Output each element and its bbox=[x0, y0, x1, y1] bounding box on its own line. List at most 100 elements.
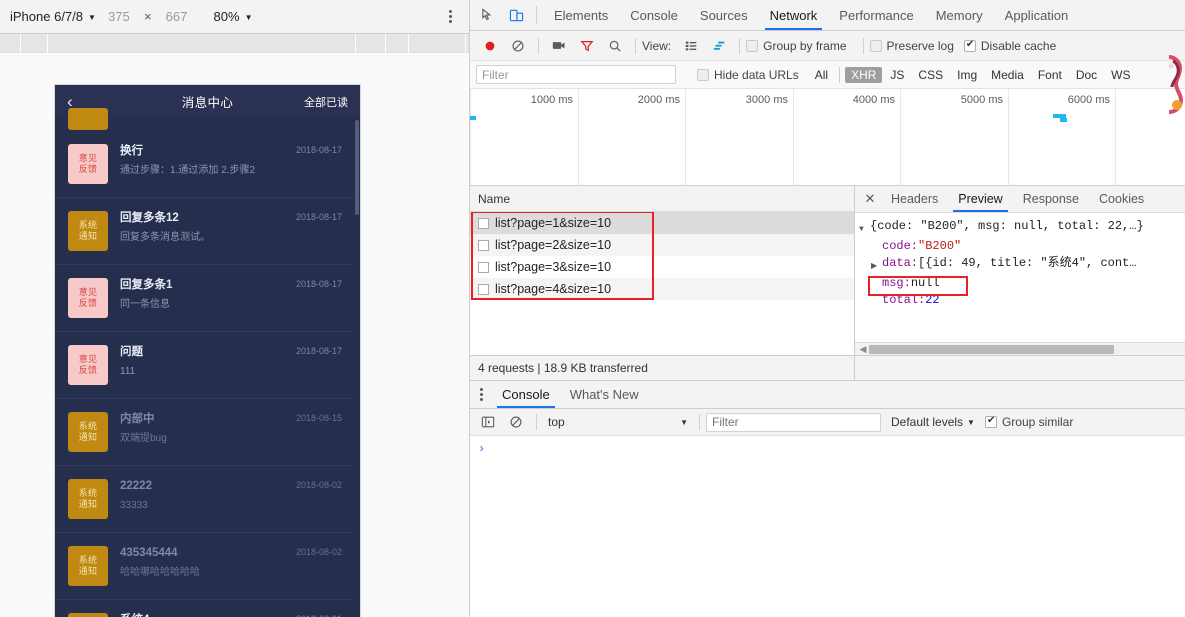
clear-button[interactable] bbox=[504, 33, 532, 59]
capture-screenshots-icon[interactable] bbox=[545, 33, 573, 59]
console-levels-select[interactable]: Default levels ▼ bbox=[891, 415, 975, 429]
list-item[interactable]: 系统 通知 435345444 哈哈哪哈哈哈哈哈 2018-08-02 bbox=[55, 533, 354, 600]
list-item[interactable]: 意见 反馈 问题 111 2018-08-17 bbox=[55, 332, 354, 399]
message-title: 换行 bbox=[120, 145, 143, 157]
inspect-element-icon[interactable] bbox=[474, 0, 502, 30]
request-name: list?page=1&size=10 bbox=[495, 216, 612, 230]
search-icon[interactable] bbox=[601, 33, 629, 59]
device-width-input[interactable]: 375 bbox=[96, 9, 142, 24]
message-type-badge: 意见 反馈 bbox=[68, 144, 108, 184]
scroll-left-arrow-icon[interactable]: ◀ bbox=[857, 344, 869, 355]
timeline-tick-label: 5000 ms bbox=[960, 94, 1003, 106]
close-icon[interactable]: ✕ bbox=[859, 186, 881, 212]
list-item[interactable]: 系统 通知 22222 33333 2018-08-02 bbox=[55, 466, 354, 533]
phone-scrollbar-thumb[interactable] bbox=[355, 120, 359, 215]
filter-type-doc[interactable]: Doc bbox=[1070, 67, 1103, 83]
request-checkbox[interactable] bbox=[478, 261, 489, 273]
badge-line: 系统 bbox=[78, 421, 98, 431]
checkbox-box bbox=[869, 39, 882, 52]
scrollbar-thumb[interactable] bbox=[869, 344, 1114, 354]
json-line[interactable]: msg: null bbox=[859, 275, 1185, 292]
console-sidebar-icon[interactable] bbox=[474, 409, 502, 435]
filter-type-all[interactable]: All bbox=[809, 67, 834, 83]
json-line[interactable]: total: 22 bbox=[859, 292, 1185, 309]
message-body: 换行 通过步骤：1.通过添加 2.步骤2 bbox=[120, 144, 290, 177]
request-name: list?page=4&size=10 bbox=[495, 282, 612, 296]
request-checkbox[interactable] bbox=[478, 283, 489, 295]
record-button[interactable] bbox=[476, 33, 504, 59]
console-output[interactable]: › bbox=[470, 436, 1185, 617]
filter-type-img[interactable]: Img bbox=[951, 67, 983, 83]
json-key: code: bbox=[882, 239, 919, 253]
console-context-select[interactable]: top ▼ bbox=[543, 413, 693, 432]
hide-data-urls-checkbox[interactable]: Hide data URLs bbox=[697, 68, 799, 82]
clear-console-button[interactable] bbox=[502, 409, 530, 435]
table-row[interactable]: list?page=4&size=10 bbox=[470, 278, 854, 300]
chevron-down-icon: ▼ bbox=[88, 12, 96, 22]
requests-column-header[interactable]: Name bbox=[470, 186, 854, 212]
list-item[interactable]: 意见 反馈 换行 通过步骤：1.通过添加 2.步骤2 2018-08-17 bbox=[55, 131, 354, 198]
detail-horizontal-scrollbar[interactable]: ◀ bbox=[855, 342, 1185, 355]
list-item[interactable]: 系统通知 系统4系统4 2018-08-21 bbox=[55, 600, 354, 617]
triangle-right-icon[interactable]: ▶ bbox=[871, 255, 882, 275]
network-filter-input[interactable] bbox=[476, 65, 676, 84]
message-type-badge: 意见 反馈 bbox=[68, 345, 108, 385]
mark-all-read-button[interactable]: 全部已读 bbox=[304, 94, 348, 110]
requests-list[interactable]: list?page=1&size=10 list?page=2&size=10 li… bbox=[470, 212, 854, 355]
group-similar-checkbox[interactable]: Group similar bbox=[984, 415, 1073, 429]
filter-type-font[interactable]: Font bbox=[1032, 67, 1068, 83]
filter-icon[interactable] bbox=[573, 33, 601, 59]
detail-tab-headers[interactable]: Headers bbox=[881, 186, 948, 212]
message-body: 回复多条12 回复多条消息测试。 bbox=[120, 211, 290, 244]
zoom-select[interactable]: 80% ▼ bbox=[214, 9, 253, 24]
toggle-device-toolbar-icon[interactable] bbox=[502, 0, 530, 30]
request-checkbox[interactable] bbox=[478, 217, 489, 229]
network-overview-timeline[interactable]: 1000 ms 2000 ms 3000 ms 4000 ms 5000 ms 6000 … bbox=[470, 89, 1185, 186]
device-more-options-button[interactable] bbox=[441, 6, 459, 28]
detail-tab-preview[interactable]: Preview bbox=[948, 186, 1012, 212]
table-row[interactable]: list?page=3&size=10 bbox=[470, 256, 854, 278]
tab-performance[interactable]: Performance bbox=[828, 0, 924, 30]
table-row[interactable]: list?page=2&size=10 bbox=[470, 234, 854, 256]
badge-line: 通知 bbox=[78, 231, 98, 241]
list-item[interactable]: 系统 通知 内部中 双端提bug 2018-08-15 bbox=[55, 399, 354, 466]
list-item[interactable]: 意见 反馈 回复多条1 同一条信息 2018-08-17 bbox=[55, 265, 354, 332]
preview-json-viewer[interactable]: ▼ {code: "B200", msg: null, total: 22,…} c… bbox=[855, 213, 1185, 342]
filter-type-css[interactable]: CSS bbox=[912, 67, 949, 83]
filter-type-xhr[interactable]: XHR bbox=[845, 66, 883, 83]
tab-console[interactable]: Console bbox=[619, 0, 689, 30]
group-by-frame-checkbox[interactable]: Group by frame bbox=[746, 39, 847, 53]
viewport-ruler[interactable] bbox=[0, 34, 469, 53]
view-list-icon[interactable] bbox=[677, 33, 705, 59]
drawer-more-options-button[interactable] bbox=[470, 381, 492, 408]
message-type-badge: 系统通知 bbox=[68, 479, 108, 519]
filter-type-media[interactable]: Media bbox=[985, 67, 1030, 83]
json-root-line[interactable]: ▼ {code: "B200", msg: null, total: 22,…} bbox=[859, 218, 1185, 238]
device-height-input[interactable]: 667 bbox=[154, 9, 200, 24]
disable-cache-checkbox[interactable]: Disable cache bbox=[963, 39, 1056, 53]
tab-network[interactable]: Network bbox=[759, 0, 829, 30]
tab-sources[interactable]: Sources bbox=[689, 0, 759, 30]
tab-elements[interactable]: Elements bbox=[543, 0, 619, 30]
device-select[interactable]: iPhone 6/7/8 ▼ bbox=[10, 9, 96, 24]
list-item[interactable]: 系统 通知 回复多条12 回复多条消息测试。 2018-08-17 bbox=[55, 198, 354, 265]
drawer-tab-what-s-new[interactable]: What's New bbox=[560, 381, 649, 408]
message-date: 2018-08-15 bbox=[295, 413, 342, 423]
drawer-tab-console[interactable]: Console bbox=[492, 381, 560, 408]
triangle-down-icon[interactable]: ▼ bbox=[859, 218, 870, 238]
tab-application[interactable]: Application bbox=[994, 0, 1080, 30]
json-line[interactable]: code: "B200" bbox=[859, 238, 1185, 255]
message-list[interactable]: 意见 反馈 换行 通过步骤：1.通过添加 2.步骤2 2018-08-17 系统 通知 回复多… bbox=[55, 108, 354, 617]
filter-type-js[interactable]: JS bbox=[884, 67, 910, 83]
device-select-label: iPhone 6/7/8 bbox=[10, 9, 84, 24]
preserve-log-checkbox[interactable]: Preserve log bbox=[869, 39, 954, 53]
detail-tab-response[interactable]: Response bbox=[1013, 186, 1089, 212]
console-filter-input[interactable] bbox=[706, 412, 881, 432]
json-line[interactable]: ▶ data: [{id: 49, title: "系统4", cont… bbox=[859, 255, 1185, 275]
detail-tab-cookies[interactable]: Cookies bbox=[1089, 186, 1154, 212]
tab-memory[interactable]: Memory bbox=[925, 0, 994, 30]
request-checkbox[interactable] bbox=[478, 239, 489, 251]
filter-type-ws[interactable]: WS bbox=[1105, 67, 1136, 83]
view-waterfall-icon[interactable] bbox=[705, 33, 733, 59]
table-row[interactable]: list?page=1&size=10 bbox=[470, 212, 854, 234]
